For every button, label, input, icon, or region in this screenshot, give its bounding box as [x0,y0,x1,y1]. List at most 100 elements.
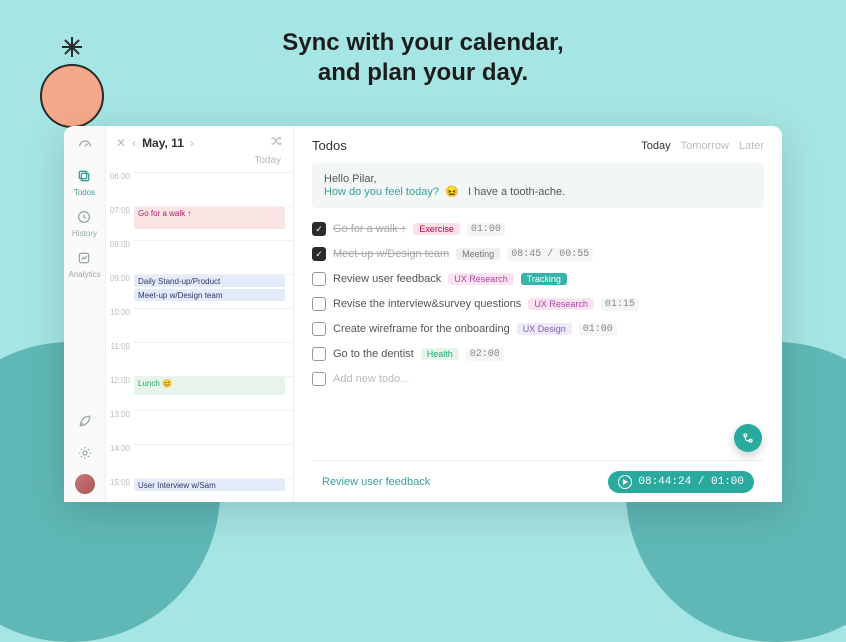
hour-label: 10:00 [106,308,134,342]
tag[interactable]: UX Research [528,298,594,310]
tab-later[interactable]: Later [739,140,764,152]
headline: Sync with your calendar, and plan your d… [0,28,846,88]
playbar-task[interactable]: Review user feedback [322,476,430,488]
chevron-left-icon[interactable]: ‹ [132,136,136,150]
app-window: Todos History Analytics ✕ ‹ May, 11 › To… [64,126,782,502]
checkbox[interactable] [312,272,326,286]
shuffle-icon[interactable] [269,134,283,151]
hour-label: 07:00 [106,206,134,240]
time-badge: 01:15 [601,298,639,311]
main-title: Todos [312,138,347,153]
checkbox[interactable] [312,322,326,336]
todo-label[interactable]: Go for a walk ↑ [333,223,406,235]
fab-button[interactable] [734,424,762,452]
time-badge: 02:00 [466,348,504,361]
sidebar: Todos History Analytics [64,126,106,502]
add-todo-input[interactable]: Add new todo... [333,373,409,385]
playbar: Review user feedback 08:44:24 / 01:00 [312,460,764,502]
hour-slot[interactable] [134,342,293,376]
history-icon [74,207,94,227]
sidebar-label: Analytics [68,270,100,279]
mood-answer: I have a tooth-ache. [468,186,565,198]
tab-today[interactable]: Today [641,140,670,152]
avatar[interactable] [75,474,95,494]
hour-label: 14:00 [106,444,134,478]
sidebar-item-analytics[interactable]: Analytics [68,248,100,279]
main-panel: Todos Today Tomorrow Later Hello Pilar, … [294,126,782,502]
hour-label: 06:00 [106,172,134,206]
tag[interactable]: UX Research [448,273,514,285]
mood-card: Hello Pilar, How do you feel today? 😖 I … [312,163,764,208]
hour-slot[interactable]: Go for a walk ↑ [134,206,293,240]
hour-label: 11:00 [106,342,134,376]
play-icon [618,475,632,489]
chart-icon [74,248,94,268]
time-badge: 08:45 / 00:55 [507,248,593,261]
todo-item: Meet-up w/Design team Meeting 08:45 / 00:5… [312,247,764,261]
calendar-body[interactable]: 06:0007:00Go for a walk ↑08:0009:00Daily… [106,172,293,502]
mood-greeting: Hello Pilar, [324,173,752,185]
hour-slot[interactable]: Lunch 😊 [134,376,293,410]
chevron-right-icon[interactable]: › [190,136,194,150]
sidebar-label: History [72,229,97,238]
mood-question: How do you feel today? [324,186,439,198]
headline-line: and plan your day. [0,58,846,88]
calendar-event[interactable]: Daily Stand-up/Product [134,275,285,287]
todo-label[interactable]: Create wireframe for the onboarding [333,323,510,335]
hour-slot[interactable]: User Interview w/Sam [134,478,293,502]
hour-slot[interactable] [134,308,293,342]
todo-item: Review user feedback UX Research Tracking [312,272,764,286]
calendar-event[interactable]: User Interview w/Sam [134,479,285,491]
calendar-event[interactable]: Go for a walk ↑ [134,207,285,229]
todo-item: Create wireframe for the onboarding UX De… [312,322,764,336]
hour-label: 12:00 [106,376,134,410]
calendar-event[interactable]: Lunch 😊 [134,377,285,395]
gear-icon[interactable] [74,442,96,464]
tag[interactable]: Health [421,348,459,360]
tab-tomorrow[interactable]: Tomorrow [681,140,729,152]
todo-item: Revise the interview&survey questions UX … [312,297,764,311]
hour-slot[interactable] [134,410,293,444]
rocket-icon[interactable] [74,410,96,432]
mood-emoji: 😖 [445,186,459,198]
copy-icon [74,166,94,186]
hour-label: 13:00 [106,410,134,444]
sidebar-item-history[interactable]: History [72,207,97,238]
gauge-icon[interactable] [74,134,96,156]
checkbox[interactable] [312,297,326,311]
calendar-event[interactable]: Meet-up w/Design team [134,289,285,301]
sidebar-item-todos[interactable]: Todos [74,166,95,197]
tag[interactable]: Tracking [521,273,567,285]
calendar-today-label[interactable]: Today [106,155,293,172]
timer-value: 08:44:24 / 01:00 [638,476,744,488]
tag[interactable]: UX Design [517,323,572,335]
time-badge: 01:00 [467,223,505,236]
time-badge: 01:00 [579,323,617,336]
hour-slot[interactable] [134,172,293,206]
tag[interactable]: Meeting [456,248,500,260]
checkbox[interactable] [312,247,326,261]
hour-label: 08:00 [106,240,134,274]
tag[interactable]: Exercise [413,223,460,235]
hour-label: 15:00 [106,478,134,502]
todo-label[interactable]: Review user feedback [333,273,441,285]
hour-label: 09:00 [106,274,134,308]
todo-item: Go for a walk ↑ Exercise 01:00 [312,222,764,236]
calendar-panel: ✕ ‹ May, 11 › Today 06:0007:00Go for a w… [106,126,294,502]
checkbox[interactable] [312,222,326,236]
checkbox[interactable] [312,347,326,361]
hour-slot[interactable] [134,444,293,478]
checkbox[interactable] [312,372,326,386]
hour-slot[interactable] [134,240,293,274]
todo-label[interactable]: Go to the dentist [333,348,414,360]
todo-list: Go for a walk ↑ Exercise 01:00 Meet-up w/De… [312,222,764,386]
todo-label[interactable]: Revise the interview&survey questions [333,298,521,310]
headline-line: Sync with your calendar, [0,28,846,58]
todo-item: Go to the dentist Health 02:00 [312,347,764,361]
hour-slot[interactable]: Daily Stand-up/Product Meet-up w/Design t… [134,274,293,308]
close-icon[interactable]: ✕ [116,136,126,150]
calendar-date: May, 11 [142,136,184,150]
sidebar-label: Todos [74,188,95,197]
todo-label[interactable]: Meet-up w/Design team [333,248,449,260]
timer-pill[interactable]: 08:44:24 / 01:00 [608,471,754,493]
